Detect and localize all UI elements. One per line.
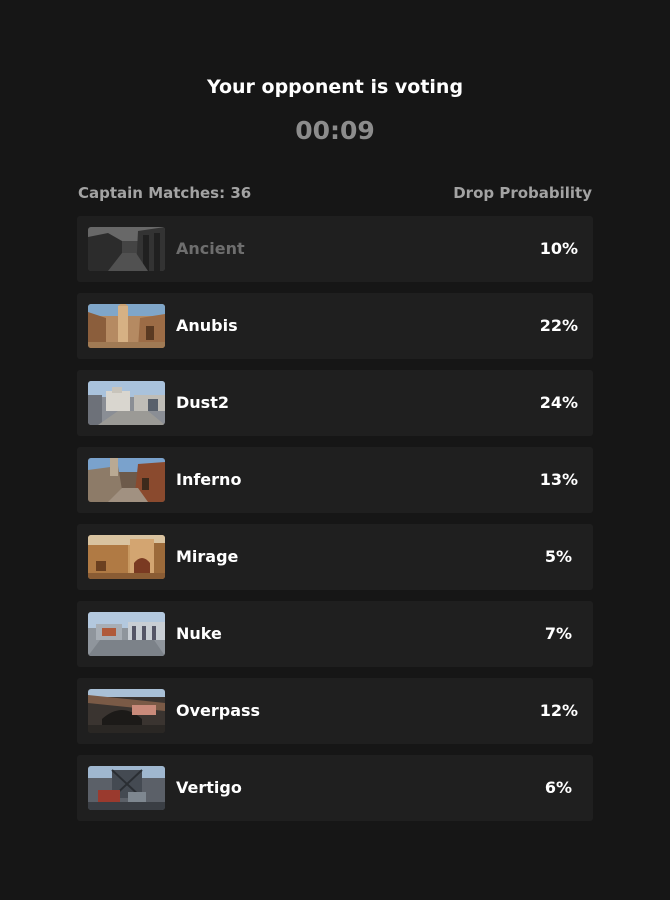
drop-probability-value: 5% bbox=[544, 547, 572, 566]
drop-probability-value: 6% bbox=[544, 778, 572, 797]
map-row-anubis[interactable]: Anubis 22% bbox=[77, 293, 593, 359]
map-row-inferno[interactable]: Inferno 13% bbox=[77, 447, 593, 513]
anubis-thumbnail bbox=[88, 304, 165, 348]
overpass-thumbnail bbox=[88, 689, 165, 733]
map-list-header: Captain Matches: 36 Drop Probability bbox=[78, 181, 592, 205]
map-row-ancient[interactable]: Ancient 10% bbox=[77, 216, 593, 282]
map-veto-panel: Your opponent is voting 00:09 Captain Ma… bbox=[0, 0, 670, 900]
countdown-timer: 00:09 bbox=[295, 116, 375, 145]
map-row-nuke[interactable]: Nuke 7% bbox=[77, 601, 593, 667]
voting-status-title: Your opponent is voting bbox=[206, 76, 464, 98]
drop-probability-value: 10% bbox=[539, 239, 578, 258]
map-list: Ancient 10% Anubis 22% Dust2 24% Inferno… bbox=[77, 216, 593, 832]
map-row-vertigo[interactable]: Vertigo 6% bbox=[77, 755, 593, 821]
drop-probability-value: 22% bbox=[539, 316, 578, 335]
map-name: Vertigo bbox=[176, 778, 242, 797]
map-row-mirage[interactable]: Mirage 5% bbox=[77, 524, 593, 590]
map-name: Ancient bbox=[176, 239, 245, 258]
map-name: Inferno bbox=[176, 470, 242, 489]
map-name: Mirage bbox=[176, 547, 239, 566]
drop-probability-value: 13% bbox=[539, 470, 578, 489]
mirage-thumbnail bbox=[88, 535, 165, 579]
ancient-thumbnail bbox=[88, 227, 165, 271]
drop-probability-value: 24% bbox=[539, 393, 578, 412]
drop-probability-label: Drop Probability bbox=[453, 184, 592, 202]
map-row-overpass[interactable]: Overpass 12% bbox=[77, 678, 593, 744]
drop-probability-value: 7% bbox=[544, 624, 572, 643]
drop-probability-value: 12% bbox=[539, 701, 578, 720]
map-name: Nuke bbox=[176, 624, 222, 643]
map-name: Overpass bbox=[176, 701, 261, 720]
nuke-thumbnail bbox=[88, 612, 165, 656]
vertigo-thumbnail bbox=[88, 766, 165, 810]
map-name: Anubis bbox=[176, 316, 238, 335]
map-name: Dust2 bbox=[176, 393, 229, 412]
map-row-dust2[interactable]: Dust2 24% bbox=[77, 370, 593, 436]
captain-matches-label: Captain Matches: 36 bbox=[78, 184, 252, 202]
dust2-thumbnail bbox=[88, 381, 165, 425]
inferno-thumbnail bbox=[88, 458, 165, 502]
